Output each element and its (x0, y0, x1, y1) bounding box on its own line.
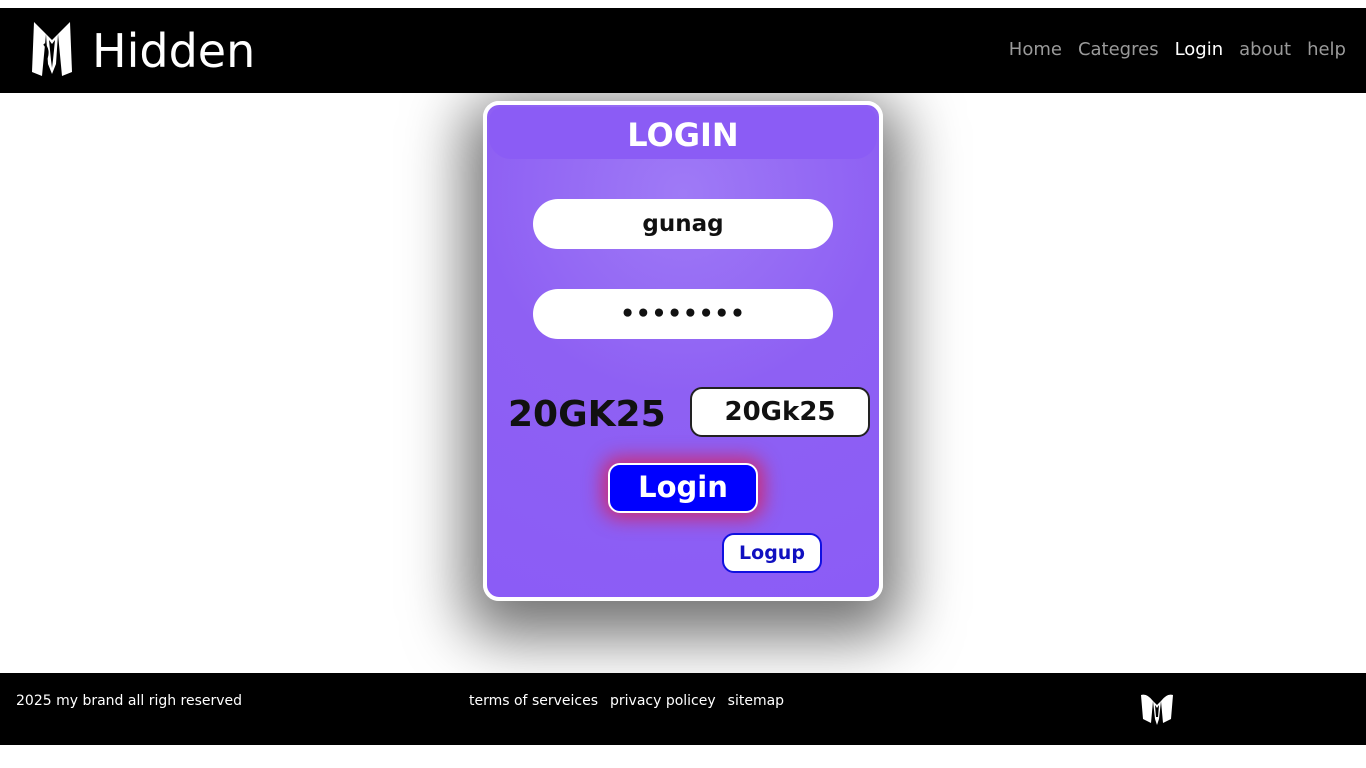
nav-help[interactable]: help (1307, 38, 1346, 62)
footer-links: terms of serveices privacy policey sitem… (469, 691, 784, 711)
footer-link-terms[interactable]: terms of serveices (469, 691, 598, 711)
top-header: Hidden Home Categres Login about help (0, 8, 1366, 93)
login-card-header: LOGIN (489, 107, 877, 159)
captcha-input[interactable]: 20Gk25 (690, 387, 870, 437)
login-card: LOGIN gunag •••••••• 20GK25 20Gk25 Login… (483, 101, 883, 601)
tuxedo-logo-icon[interactable] (30, 20, 74, 78)
nav-categres[interactable]: Categres (1078, 38, 1159, 62)
captcha-code: 20GK25 (508, 394, 666, 435)
nav-about[interactable]: about (1239, 38, 1291, 62)
nav-login[interactable]: Login (1175, 38, 1224, 62)
nav-home[interactable]: Home (1009, 38, 1062, 62)
login-button[interactable]: Login (608, 463, 758, 513)
copyright-text: 2025 my brand all righ reserved (16, 693, 243, 709)
login-title: LOGIN (627, 116, 739, 154)
page-footer: 2025 my brand all righ reserved terms of… (0, 673, 1366, 745)
footer-link-privacy[interactable]: privacy policey (610, 691, 716, 711)
password-input[interactable]: •••••••• (533, 289, 833, 339)
tuxedo-logo-icon (1141, 694, 1173, 725)
logup-button[interactable]: Logup (722, 533, 822, 573)
main-nav: Home Categres Login about help (1009, 38, 1346, 62)
username-input[interactable]: gunag (533, 199, 833, 249)
footer-link-sitemap[interactable]: sitemap (728, 691, 784, 711)
brand-title: Hidden (92, 24, 256, 78)
